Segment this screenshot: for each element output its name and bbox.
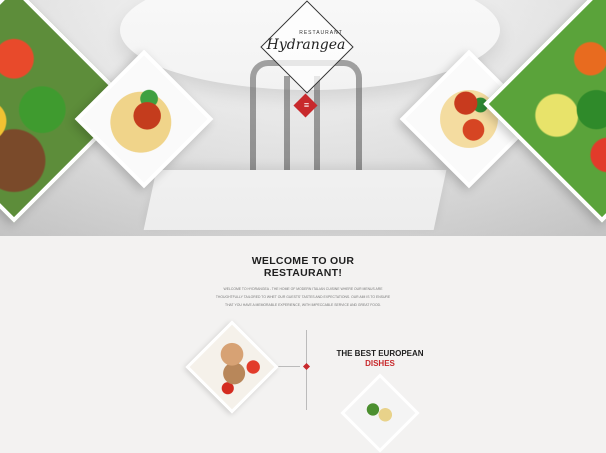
logo-name: Hydrangea [266,37,346,53]
timeline-dot [302,362,311,371]
welcome-body: Welcome to Hydrangea - the home of moder… [215,287,391,307]
logo[interactable]: RESTAURANT Hydrangea [255,30,357,54]
welcome-title: WELCOME TO OUR RESTAURANT! [0,255,606,279]
food-image-dish [340,373,420,453]
welcome-title-line2: RESTAURANT! [263,267,343,279]
welcome-title-line1: WELCOME TO OUR [251,255,355,267]
food-image-grilled-meat [185,320,279,414]
logo-small-label: RESTAURANT [299,30,343,36]
welcome-section: WELCOME TO OUR RESTAURANT! Welcome to Hy… [0,255,606,309]
hero-section: RESTAURANT Hydrangea ≡ [0,0,606,236]
feature-heading: THE BEST EUROPEAN DISHES [325,349,435,368]
feature-line1: THE BEST EUROPEAN [336,349,424,358]
feature-line2: DISHES [365,359,395,368]
hamburger-icon[interactable]: ≡ [302,101,311,110]
